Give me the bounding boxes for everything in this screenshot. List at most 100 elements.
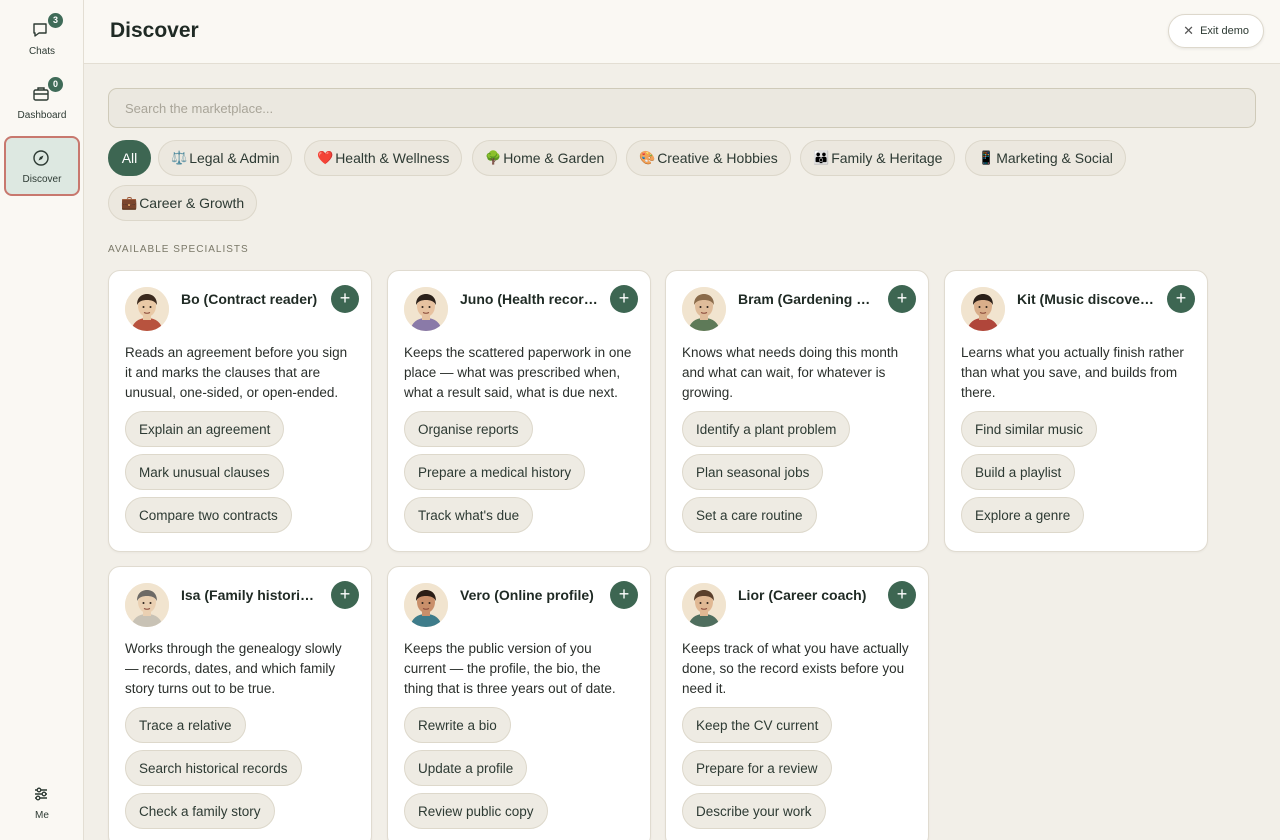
- chip-all-label: All: [121, 150, 138, 166]
- specialist-card[interactable]: Juno (Health records) + Keeps the scattere…: [387, 270, 651, 552]
- action-chip[interactable]: Review public copy: [404, 793, 548, 829]
- specialist-description: Works through the genealogy slowly — rec…: [125, 641, 342, 696]
- specialist-description: Knows what needs doing this month and wh…: [682, 345, 899, 400]
- palette-icon: 🎨: [639, 150, 656, 165]
- action-chip[interactable]: Describe your work: [682, 793, 826, 829]
- chip-all[interactable]: All: [108, 140, 151, 176]
- action-chip[interactable]: Update a profile: [404, 750, 528, 786]
- nav-discover[interactable]: Discover: [4, 136, 80, 196]
- plus-icon: +: [1175, 288, 1187, 308]
- specialist-description: Keeps the public version of you current …: [404, 641, 616, 696]
- chip-creative-hobbies[interactable]: 🎨 Creative & Hobbies: [626, 140, 791, 176]
- chip-label: Legal & Admin: [189, 150, 280, 166]
- chats-badge: 3: [48, 12, 63, 28]
- specialist-name: Kit (Music discovery): [1017, 291, 1157, 307]
- add-specialist-button[interactable]: +: [331, 581, 359, 609]
- chip-label: Health & Wellness: [335, 150, 450, 166]
- avatar: [682, 287, 726, 331]
- compass-icon: [31, 148, 53, 170]
- exit-demo-button[interactable]: ✕ Exit demo: [1168, 14, 1264, 48]
- nav-dashboard-label: Dashboard: [17, 109, 67, 121]
- avatar: [125, 583, 169, 627]
- heart-icon: ❤️: [317, 150, 334, 165]
- chip-career-growth[interactable]: 💼 Career & Growth: [108, 185, 258, 221]
- add-specialist-button[interactable]: +: [610, 285, 638, 313]
- specialist-description: Keeps track of what you have actually do…: [682, 641, 909, 696]
- action-chip[interactable]: Track what's due: [404, 497, 534, 533]
- specialist-description: Reads an agreement before you sign it an…: [125, 345, 348, 400]
- specialist-name: Juno (Health records): [460, 291, 600, 307]
- tree-icon: 🌳: [485, 150, 502, 165]
- chip-label: Creative & Hobbies: [657, 150, 778, 166]
- nav-me-label: Me: [35, 809, 49, 821]
- nav-chats[interactable]: 3 Chats: [4, 8, 80, 68]
- scales-icon: ⚖️: [171, 150, 188, 165]
- chip-label: Career & Growth: [139, 195, 245, 211]
- exit-demo-label: Exit demo: [1200, 25, 1249, 37]
- action-chip[interactable]: Explain an agreement: [125, 411, 285, 447]
- plus-icon: +: [339, 584, 351, 604]
- specialist-card[interactable]: Kit (Music discovery) + Learns what you ac…: [944, 270, 1208, 552]
- specialist-description: Keeps the scattered paperwork in one pla…: [404, 345, 632, 400]
- add-specialist-button[interactable]: +: [610, 581, 638, 609]
- sliders-icon: [31, 784, 53, 806]
- avatar: [961, 287, 1005, 331]
- action-chip[interactable]: Set a care routine: [682, 497, 817, 533]
- add-specialist-button[interactable]: +: [888, 581, 916, 609]
- chip-home-garden[interactable]: 🌳 Home & Garden: [472, 140, 618, 176]
- action-chip[interactable]: Rewrite a bio: [404, 707, 511, 743]
- specialist-card[interactable]: Isa (Family historian) + Works through the…: [108, 566, 372, 840]
- close-icon: ✕: [1183, 23, 1195, 38]
- avatar: [404, 287, 448, 331]
- nav-discover-label: Discover: [22, 173, 62, 185]
- action-chip[interactable]: Organise reports: [404, 411, 533, 447]
- specialist-name: Bram (Gardening helper): [738, 291, 878, 307]
- action-chip[interactable]: Find similar music: [961, 411, 1098, 447]
- plus-icon: +: [339, 288, 351, 308]
- action-chip[interactable]: Search historical records: [125, 750, 302, 786]
- specialist-card[interactable]: Bram (Gardening helper) + Knows what needs…: [665, 270, 929, 552]
- specialist-description: Learns what you actually finish rather t…: [961, 345, 1184, 400]
- chat-bubble-icon: 3: [31, 12, 63, 42]
- header: Discover ✕ Exit demo: [84, 0, 1280, 64]
- nav-chats-label: Chats: [28, 45, 56, 57]
- action-chip[interactable]: Keep the CV current: [682, 707, 833, 743]
- action-chip[interactable]: Explore a genre: [961, 497, 1085, 533]
- chip-family-heritage[interactable]: 👪 Family & Heritage: [800, 140, 956, 176]
- phone-icon: 📱: [978, 150, 995, 165]
- chip-label: Home & Garden: [503, 150, 605, 166]
- action-chip[interactable]: Trace a relative: [125, 707, 246, 743]
- action-chip[interactable]: Compare two contracts: [125, 497, 292, 533]
- nav-dashboard[interactable]: 0 Dashboard: [4, 72, 80, 132]
- chip-legal-admin[interactable]: ⚖️ Legal & Admin: [158, 140, 293, 176]
- specialist-name: Isa (Family historian): [181, 587, 321, 603]
- action-chip[interactable]: Identify a plant problem: [682, 411, 851, 447]
- plus-icon: +: [896, 288, 908, 308]
- avatar: [404, 583, 448, 627]
- section-heading: AVAILABLE SPECIALISTS: [108, 244, 249, 255]
- action-chip[interactable]: Prepare a medical history: [404, 454, 586, 490]
- action-chip[interactable]: Mark unusual clauses: [125, 454, 284, 490]
- action-chip[interactable]: Prepare for a review: [682, 750, 832, 786]
- specialist-name: Lior (Career coach): [738, 587, 867, 603]
- page-title: Discover: [110, 19, 199, 42]
- action-chip[interactable]: Check a family story: [125, 793, 275, 829]
- add-specialist-button[interactable]: +: [1167, 285, 1195, 313]
- nav-me[interactable]: Me: [4, 772, 80, 832]
- avatar: [125, 287, 169, 331]
- chip-label: Marketing & Social: [996, 150, 1113, 166]
- sidebar: 3 Chats 0 Dashboard Discover Me: [0, 0, 84, 840]
- specialist-card[interactable]: Bo (Contract reader) + Reads an agreement …: [108, 270, 372, 552]
- add-specialist-button[interactable]: +: [888, 285, 916, 313]
- action-chip[interactable]: Build a playlist: [961, 454, 1076, 490]
- specialist-name: Bo (Contract reader): [181, 291, 318, 307]
- plus-icon: +: [618, 288, 630, 308]
- action-chip[interactable]: Plan seasonal jobs: [682, 454, 824, 490]
- chip-health-wellness[interactable]: ❤️ Health & Wellness: [304, 140, 463, 176]
- chip-label: Family & Heritage: [831, 150, 943, 166]
- chip-marketing-social[interactable]: 📱 Marketing & Social: [965, 140, 1126, 176]
- add-specialist-button[interactable]: +: [331, 285, 359, 313]
- specialist-card[interactable]: Lior (Career coach) + Keeps track of what …: [665, 566, 929, 840]
- specialist-card[interactable]: Vero (Online profile) + Keeps the public v…: [387, 566, 651, 840]
- search-input[interactable]: [108, 88, 1256, 128]
